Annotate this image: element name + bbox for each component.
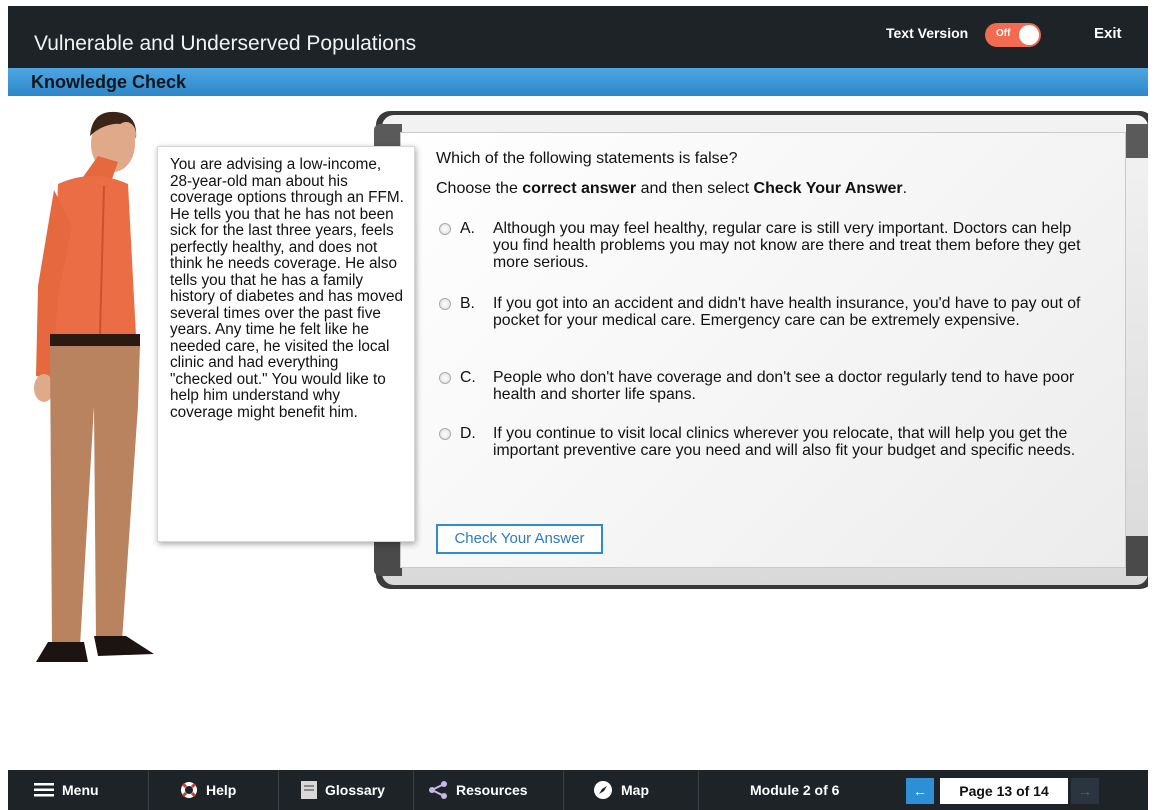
option-text: Although you may feel healthy, regular c… [493, 220, 1081, 271]
option-letter: A. [460, 220, 475, 237]
toggle-state-text: Off [996, 28, 1011, 39]
text-version-toggle[interactable]: Off [985, 23, 1041, 47]
book-icon [301, 781, 317, 799]
divider [563, 770, 564, 810]
map-label: Map [621, 782, 649, 798]
scenario-text: You are advising a low-income, 28-year-o… [170, 156, 404, 421]
course-window: Vulnerable and Underserved Populations T… [8, 6, 1148, 810]
resources-button[interactable]: Resources [428, 770, 528, 810]
section-header: Knowledge Check [8, 68, 1148, 96]
divider [413, 770, 414, 810]
text-version-label: Text Version [886, 25, 969, 41]
whiteboard-corner [1126, 124, 1148, 158]
course-title: Vulnerable and Underserved Populations [34, 32, 417, 55]
share-icon [429, 781, 447, 799]
toggle-knob [1019, 25, 1039, 45]
divider [278, 770, 279, 810]
page-indicator: Page 13 of 14 [940, 778, 1068, 804]
whiteboard-corner [374, 536, 402, 576]
arrow-left-icon: ← [913, 783, 927, 799]
question-instruction: Choose the correct answer and then selec… [436, 180, 908, 197]
radio-button[interactable] [439, 223, 451, 235]
divider [148, 770, 149, 810]
map-button[interactable]: Map [593, 770, 649, 810]
whiteboard-corner [1126, 536, 1148, 576]
glossary-label: Glossary [325, 782, 385, 798]
radio-button[interactable] [439, 428, 451, 440]
option-text: People who don't have coverage and don't… [493, 369, 1075, 403]
option-letter: B. [460, 295, 475, 312]
title-bar: Vulnerable and Underserved Populations T… [8, 6, 1148, 68]
glossary-button[interactable]: Glossary [301, 770, 385, 810]
resources-label: Resources [456, 782, 528, 798]
divider [698, 770, 699, 810]
scenario-bubble: You are advising a low-income, 28-year-o… [157, 146, 415, 542]
bottom-navigation: Menu Help Glossary Resources Map Module … [8, 770, 1148, 810]
radio-button[interactable] [439, 372, 451, 384]
lifebuoy-icon [181, 782, 197, 798]
module-indicator: Module 2 of 6 [750, 782, 840, 798]
option-text: If you continue to visit local clinics w… [493, 425, 1076, 459]
option-letter: D. [460, 425, 476, 442]
exit-button[interactable]: Exit [1094, 25, 1122, 42]
section-title: Knowledge Check [31, 72, 187, 92]
help-button[interactable]: Help [180, 770, 236, 810]
hamburger-icon [34, 783, 54, 797]
next-page-button[interactable]: → [1071, 778, 1099, 804]
arrow-right-icon: → [1078, 783, 1092, 799]
menu-label: Menu [62, 782, 99, 798]
option-text: If you got into an accident and didn't h… [493, 295, 1081, 329]
man-illustration [34, 111, 154, 662]
compass-icon [594, 781, 612, 799]
help-label: Help [206, 782, 237, 798]
option-letter: C. [460, 369, 476, 386]
menu-button[interactable]: Menu [34, 770, 99, 810]
check-answer-button[interactable]: Check Your Answer [436, 524, 603, 554]
question-prompt: Which of the following statements is fal… [436, 150, 738, 167]
previous-page-button[interactable]: ← [906, 778, 934, 804]
radio-button[interactable] [439, 298, 451, 310]
